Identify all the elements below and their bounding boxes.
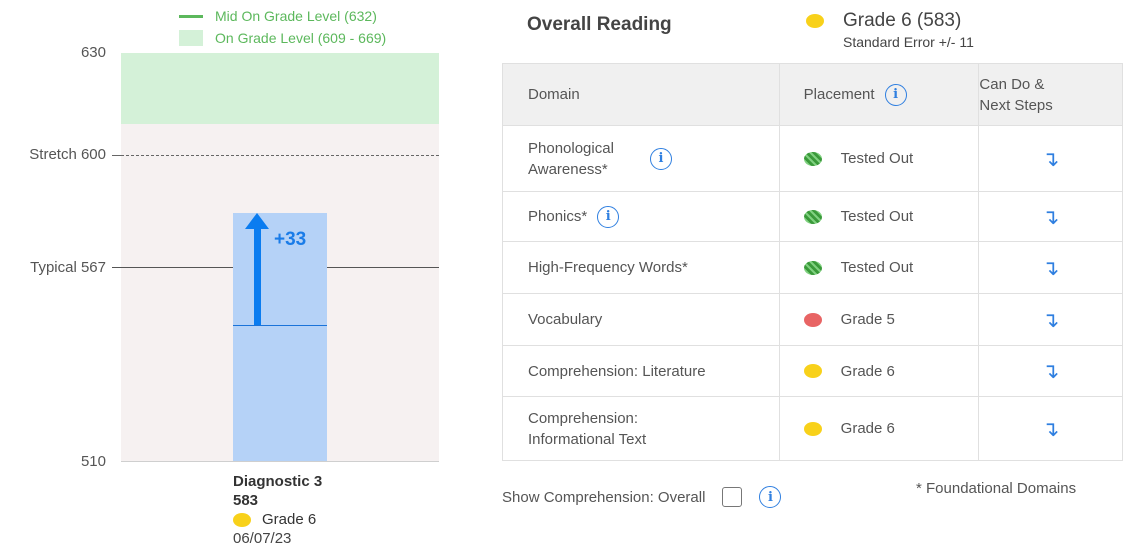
stretch-line	[121, 155, 439, 156]
domain-cell: Vocabulary	[502, 293, 780, 346]
table-row: Comprehension: Literature Grade 6 ↴	[502, 345, 1123, 397]
domain-table: Domain Placement i Can Do & Next Steps P…	[502, 63, 1123, 461]
table-row: Comprehension: Informational Text Grade …	[502, 396, 1123, 461]
placement-cell: Grade 6	[778, 396, 980, 461]
table-row: High-Frequency Words* Tested Out ↴	[502, 241, 1123, 294]
next-steps-arrow-icon[interactable]: ↴	[1042, 147, 1060, 171]
can-do-cell: ↴	[978, 241, 1123, 294]
standard-error: Standard Error +/- 11	[843, 34, 974, 50]
table-row: Phonics* i Tested Out ↴	[502, 191, 1123, 242]
baseline	[121, 461, 439, 462]
show-comprehension-info-icon[interactable]: i	[759, 486, 782, 508]
domain-cell: Phonological Awareness* i	[502, 125, 780, 192]
next-steps-arrow-icon[interactable]: ↴	[1042, 256, 1060, 280]
table-row: Phonological Awareness* i Tested Out ↴	[502, 125, 1123, 192]
can-do-cell: ↴	[978, 345, 1123, 397]
axis-label-top: 630	[80, 44, 106, 61]
next-steps-arrow-icon[interactable]: ↴	[1042, 205, 1060, 229]
tested-out-dot-icon	[803, 260, 822, 275]
phonological-info-icon[interactable]: i	[650, 147, 672, 170]
placement-cell: Tested Out	[778, 241, 980, 294]
diagnostic-title: Diagnostic 3	[233, 473, 323, 490]
stretch-tick	[112, 155, 121, 156]
axis-label-bottom: 510	[80, 453, 106, 470]
show-comprehension-label: Show Comprehension: Overall	[502, 488, 706, 506]
placement-label: Tested Out	[840, 150, 914, 167]
below-grade-dot-icon	[803, 312, 822, 327]
tested-out-dot-icon	[803, 209, 822, 224]
mid-on-grade-swatch	[179, 14, 203, 18]
next-steps-arrow-icon[interactable]: ↴	[1042, 417, 1060, 441]
placement-cell: Grade 5	[778, 293, 980, 346]
show-comprehension-control: Show Comprehension: Overall i	[502, 486, 782, 508]
diagnostic-grade-label: Grade 6	[262, 511, 317, 528]
diagnostic-score: 583	[233, 492, 259, 509]
legend-mid-on-grade-label: Mid On Grade Level (632)	[215, 8, 377, 24]
tested-out-dot-icon	[803, 151, 822, 166]
overall-grade-label: Grade 6 (583)	[843, 10, 962, 31]
placement-cell: Tested Out	[778, 191, 980, 242]
placement-label: Tested Out	[840, 259, 914, 276]
header-can-do-line1: Can Do &	[979, 75, 1045, 93]
on-grade-dot-icon	[803, 421, 822, 436]
growth-arrow-shaft	[254, 228, 261, 325]
placement-cell: Grade 6	[778, 345, 980, 397]
table-header-row: Domain Placement i Can Do & Next Steps	[502, 63, 1123, 126]
can-do-cell: ↴	[978, 125, 1123, 192]
placement-cell: Tested Out	[778, 125, 980, 192]
diagnostic-date: 06/07/23	[233, 530, 292, 546]
on-grade-dot-icon	[803, 364, 822, 378]
foundational-domains-note: * Foundational Domains	[916, 480, 1077, 497]
header-placement: Placement i	[778, 63, 980, 126]
next-steps-arrow-icon[interactable]: ↴	[1042, 308, 1060, 332]
growth-value: +33	[274, 229, 307, 250]
next-steps-arrow-icon[interactable]: ↴	[1042, 359, 1060, 383]
domain-name: Comprehension: Literature	[528, 362, 706, 380]
domain-name: High-Frequency Words*	[528, 259, 688, 276]
domain-cell: High-Frequency Words*	[502, 241, 780, 294]
legend-on-grade: On Grade Level (609 - 669)	[179, 30, 386, 46]
diagnostic-info: Diagnostic 3 583 Grade 6 06/07/23	[233, 472, 322, 546]
domain-cell: Phonics* i	[502, 191, 780, 242]
overall-title: Overall Reading	[527, 14, 672, 35]
header-placement-label: Placement	[803, 86, 875, 103]
placement-label: Grade 6	[840, 420, 895, 437]
can-do-cell: ↴	[978, 396, 1123, 461]
domain-cell: Comprehension: Informational Text	[502, 396, 780, 461]
can-do-cell: ↴	[978, 191, 1123, 242]
score-chart: Mid On Grade Level (632) On Grade Level …	[0, 0, 470, 546]
growth-arrow-icon	[245, 213, 269, 229]
header-can-do: Can Do & Next Steps	[978, 63, 1123, 126]
placement-label: Tested Out	[840, 208, 914, 225]
placement-label: Grade 5	[840, 311, 895, 328]
domain-name: Comprehension: Informational Text	[528, 409, 647, 448]
legend-mid-on-grade: Mid On Grade Level (632)	[179, 8, 377, 24]
start-score-line	[233, 325, 327, 326]
legend-on-grade-label: On Grade Level (609 - 669)	[215, 30, 387, 46]
phonics-info-icon[interactable]: i	[597, 205, 620, 228]
on-grade-swatch	[179, 30, 203, 46]
placement-info-icon[interactable]: i	[884, 83, 907, 106]
can-do-cell: ↴	[978, 293, 1123, 346]
show-comprehension-checkbox[interactable]	[722, 487, 743, 507]
table-row: Vocabulary Grade 5 ↴	[502, 293, 1123, 346]
domain-cell: Comprehension: Literature	[502, 345, 780, 397]
overall-grade-dot-icon	[806, 14, 824, 28]
diagnostic-grade: Grade 6	[233, 510, 322, 529]
domain-name: Phonological Awareness*	[528, 139, 614, 178]
domain-name: Phonics*	[528, 208, 588, 225]
header-can-do-line2: Next Steps	[979, 96, 1053, 114]
overall-grade: Grade 6 (583)	[806, 10, 961, 32]
domain-name: Vocabulary	[528, 311, 603, 328]
grade-dot-icon	[233, 512, 251, 527]
axis-label-stretch: Stretch 600	[29, 146, 106, 163]
on-grade-band	[121, 53, 439, 124]
placement-label: Grade 6	[840, 362, 895, 380]
axis-label-typical: Typical 567	[30, 259, 106, 276]
header-domain: Domain	[502, 63, 780, 126]
